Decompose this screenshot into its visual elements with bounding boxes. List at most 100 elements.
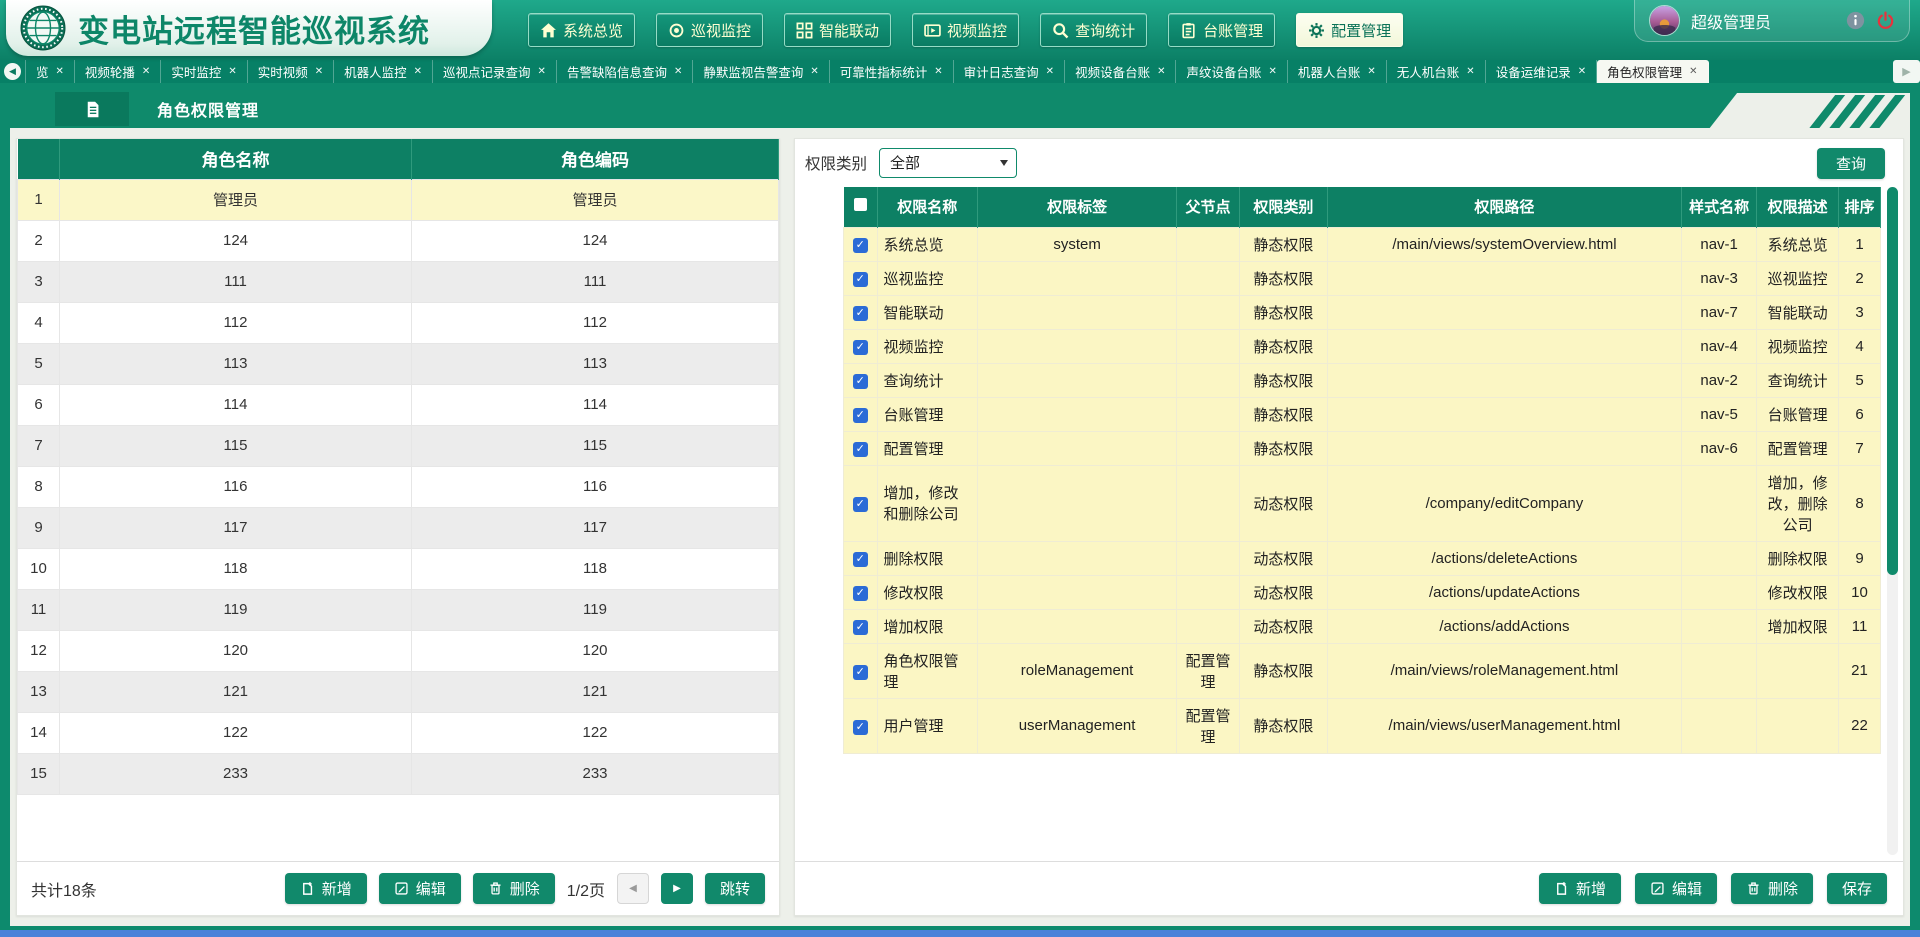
nav-button-智能联动[interactable]: 智能联动 bbox=[784, 13, 891, 47]
tab-close-icon[interactable]: ✕ bbox=[538, 66, 546, 77]
prev-page-button[interactable]: ◀ bbox=[617, 873, 649, 904]
tab-机器人台账[interactable]: 机器人台账✕ bbox=[1288, 60, 1387, 83]
tab-巡视点记录查询[interactable]: 巡视点记录查询✕ bbox=[433, 60, 557, 83]
page-title-bar: 角色权限管理 bbox=[10, 90, 1910, 128]
permission-type-select[interactable]: 全部 bbox=[879, 148, 1017, 178]
tab-机器人监控[interactable]: 机器人监控✕ bbox=[334, 60, 433, 83]
row-checkbox[interactable]: ✓ bbox=[853, 665, 868, 680]
perm-name-cell: 增加，修改和删除公司 bbox=[877, 465, 978, 541]
role-name-cell: 121 bbox=[60, 671, 412, 712]
nav-button-系统总览[interactable]: 系统总览 bbox=[528, 13, 635, 47]
permission-edit-button[interactable]: 编辑 bbox=[1635, 873, 1717, 904]
permission-delete-button[interactable]: 删除 bbox=[1731, 873, 1813, 904]
tab-close-icon[interactable]: ✕ bbox=[142, 66, 150, 77]
perm-style-cell bbox=[1681, 575, 1756, 609]
tab-视频设备台账[interactable]: 视频设备台账✕ bbox=[1065, 60, 1176, 83]
tab-scroll-right-button[interactable]: ▶ bbox=[1893, 60, 1920, 83]
search-button[interactable]: 查询 bbox=[1817, 148, 1885, 179]
role-row-8[interactable]: 8116116 bbox=[18, 466, 779, 507]
chevron-left-icon: ◀ bbox=[4, 63, 21, 80]
tab-close-icon[interactable]: ✕ bbox=[228, 66, 236, 77]
vertical-scrollbar[interactable] bbox=[1887, 187, 1898, 855]
permission-add-button[interactable]: 新增 bbox=[1539, 873, 1621, 904]
tab-实时监控[interactable]: 实时监控✕ bbox=[161, 60, 247, 83]
tab-close-icon[interactable]: ✕ bbox=[315, 66, 323, 77]
role-row-9[interactable]: 9117117 bbox=[18, 507, 779, 548]
row-checkbox[interactable]: ✓ bbox=[853, 238, 868, 253]
tab-可靠性指标统计[interactable]: 可靠性指标统计✕ bbox=[830, 60, 954, 83]
tab-审计日志查询[interactable]: 审计日志查询✕ bbox=[954, 60, 1065, 83]
role-row-3[interactable]: 3111111 bbox=[18, 261, 779, 302]
tab-实时视频[interactable]: 实时视频✕ bbox=[248, 60, 334, 83]
tab-close-icon[interactable]: ✕ bbox=[56, 66, 64, 77]
permission-row-增加，修改和删除公司: ✓增加，修改和删除公司动态权限/company/editCompany增加，修改… bbox=[844, 465, 1881, 541]
tab-角色权限管理[interactable]: 角色权限管理✕ bbox=[1597, 60, 1708, 83]
power-icon[interactable] bbox=[1876, 11, 1895, 30]
select-all-checkbox[interactable] bbox=[854, 198, 867, 211]
row-checkbox[interactable]: ✓ bbox=[853, 586, 868, 601]
row-checkbox[interactable]: ✓ bbox=[853, 374, 868, 389]
row-checkbox[interactable]: ✓ bbox=[853, 340, 868, 355]
role-row-15[interactable]: 15233233 bbox=[18, 753, 779, 794]
row-checkbox[interactable]: ✓ bbox=[853, 306, 868, 321]
row-checkbox[interactable]: ✓ bbox=[853, 442, 868, 457]
role-row-11[interactable]: 11119119 bbox=[18, 589, 779, 630]
jump-page-button[interactable]: 跳转 bbox=[705, 873, 765, 904]
next-page-button[interactable]: ▶ bbox=[661, 873, 693, 904]
tab-览[interactable]: 览✕ bbox=[25, 60, 75, 83]
role-row-5[interactable]: 5113113 bbox=[18, 343, 779, 384]
perm-path-cell bbox=[1327, 329, 1681, 363]
role-row-4[interactable]: 4112112 bbox=[18, 302, 779, 343]
tab-close-icon[interactable]: ✕ bbox=[1367, 66, 1375, 77]
avatar[interactable] bbox=[1649, 5, 1680, 36]
permission-checkbox-cell: ✓ bbox=[844, 397, 878, 431]
role-delete-button[interactable]: 删除 bbox=[473, 873, 555, 904]
tab-close-icon[interactable]: ✕ bbox=[1046, 66, 1054, 77]
tab-close-icon[interactable]: ✕ bbox=[414, 66, 422, 77]
row-checkbox[interactable]: ✓ bbox=[853, 408, 868, 423]
tab-静默监视告警查询[interactable]: 静默监视告警查询✕ bbox=[693, 60, 829, 83]
role-row-6[interactable]: 6114114 bbox=[18, 384, 779, 425]
row-checkbox[interactable]: ✓ bbox=[853, 552, 868, 567]
nav-button-配置管理[interactable]: 配置管理 bbox=[1296, 13, 1403, 47]
row-checkbox[interactable]: ✓ bbox=[853, 497, 868, 512]
row-checkbox[interactable]: ✓ bbox=[853, 720, 868, 735]
role-row-1[interactable]: 1管理员管理员 bbox=[18, 179, 779, 220]
role-add-button[interactable]: 新增 bbox=[285, 873, 367, 904]
nav-button-巡视监控[interactable]: 巡视监控 bbox=[656, 13, 763, 47]
role-name-cell: 112 bbox=[60, 302, 412, 343]
role-row-12[interactable]: 12120120 bbox=[18, 630, 779, 671]
perm-style-cell: nav-1 bbox=[1681, 227, 1756, 261]
tab-无人机台账[interactable]: 无人机台账✕ bbox=[1387, 60, 1486, 83]
role-row-2[interactable]: 2124124 bbox=[18, 220, 779, 261]
role-row-14[interactable]: 14122122 bbox=[18, 712, 779, 753]
tab-close-icon[interactable]: ✕ bbox=[1157, 66, 1165, 77]
tab-close-icon[interactable]: ✕ bbox=[1466, 66, 1474, 77]
tab-close-icon[interactable]: ✕ bbox=[1578, 66, 1586, 77]
info-icon[interactable] bbox=[1846, 11, 1865, 30]
permission-save-button[interactable]: 保存 bbox=[1827, 873, 1887, 904]
select-all-header[interactable] bbox=[844, 187, 878, 227]
scrollbar-thumb[interactable] bbox=[1887, 187, 1898, 575]
tab-close-icon[interactable]: ✕ bbox=[810, 66, 818, 77]
row-checkbox[interactable]: ✓ bbox=[853, 620, 868, 635]
tab-close-icon[interactable]: ✕ bbox=[1268, 66, 1276, 77]
nav-button-视频监控[interactable]: 视频监控 bbox=[912, 13, 1019, 47]
tab-close-icon[interactable]: ✕ bbox=[1689, 66, 1697, 77]
role-code-cell: 117 bbox=[412, 507, 779, 548]
tab-视频轮播[interactable]: 视频轮播✕ bbox=[75, 60, 161, 83]
role-edit-button[interactable]: 编辑 bbox=[379, 873, 461, 904]
role-row-7[interactable]: 7115115 bbox=[18, 425, 779, 466]
nav-button-查询统计[interactable]: 查询统计 bbox=[1040, 13, 1147, 47]
nav-button-台账管理[interactable]: 台账管理 bbox=[1168, 13, 1275, 47]
tab-close-icon[interactable]: ✕ bbox=[674, 66, 682, 77]
role-row-13[interactable]: 13121121 bbox=[18, 671, 779, 712]
tab-声纹设备台账[interactable]: 声纹设备台账✕ bbox=[1176, 60, 1287, 83]
tab-告警缺陷信息查询[interactable]: 告警缺陷信息查询✕ bbox=[557, 60, 693, 83]
row-checkbox[interactable]: ✓ bbox=[853, 272, 868, 287]
tab-scroll-left-button[interactable]: ◀ bbox=[0, 60, 25, 83]
tab-close-icon[interactable]: ✕ bbox=[934, 66, 942, 77]
tab-设备运维记录[interactable]: 设备运维记录✕ bbox=[1486, 60, 1597, 83]
role-row-10[interactable]: 10118118 bbox=[18, 548, 779, 589]
page-title-icon-box bbox=[55, 92, 129, 126]
